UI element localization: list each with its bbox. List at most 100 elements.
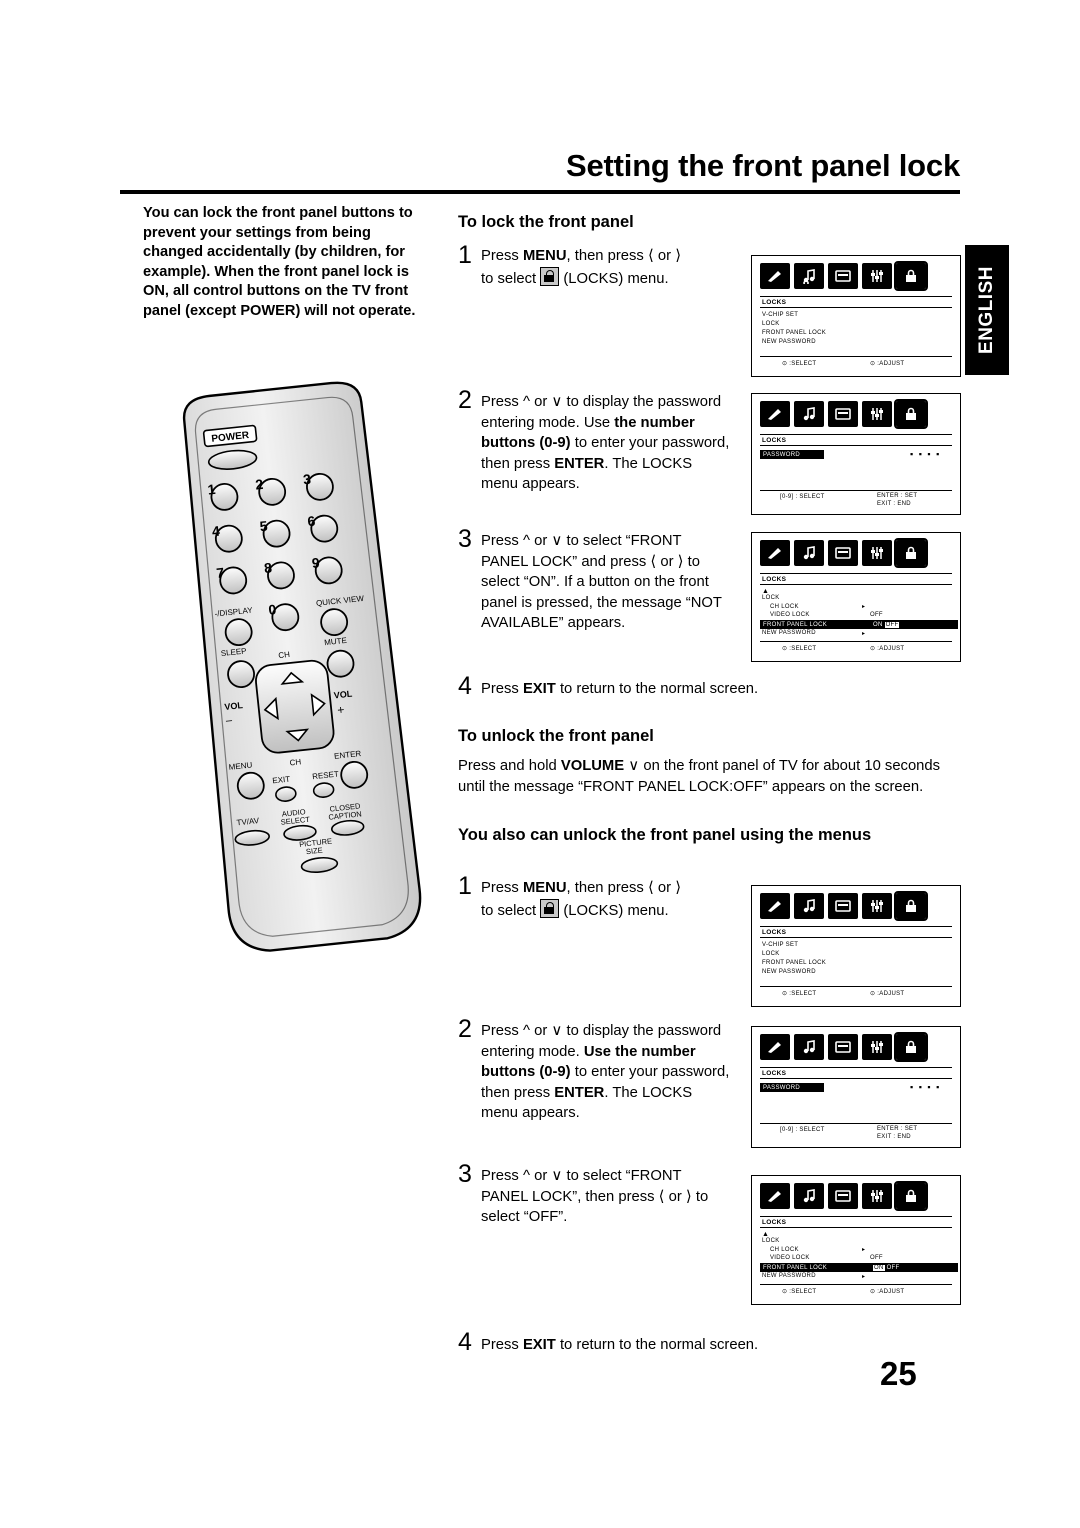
osd-screen-password-1: LOCKS PASSWORD ▪ ▪ ▪ ▪ [0-9] : SELECT EN… xyxy=(751,393,961,515)
menu-step-3-number: 3 xyxy=(458,1160,472,1188)
osd-front-panel-lock-row: FRONT PANEL LOCK ON OFF xyxy=(760,1263,958,1272)
osd-fpl-off: OFF xyxy=(886,1264,900,1271)
svg-text:CH: CH xyxy=(289,757,302,767)
feature-icon xyxy=(828,893,858,919)
svg-text:EXIT: EXIT xyxy=(272,775,291,786)
osd-screen-locks-menu-1: LOCKS V-CHIP SET LOCK FRONT PANEL LOCK N… xyxy=(751,255,961,377)
lock-step-2-t1: Press xyxy=(481,394,523,410)
osd-footer-select: ⊙ :SELECT xyxy=(782,646,817,652)
osd-front-panel-lock-label: FRONT PANEL LOCK xyxy=(763,1264,828,1271)
feature-icon xyxy=(828,1183,858,1209)
osd-password-footer-left: [0-9] : SELECT xyxy=(780,1127,825,1133)
unlock-volume: VOLUME xyxy=(560,758,629,774)
up-arrow-icon: ^ xyxy=(522,393,530,410)
menu-step-4-t3: to return to the normal screen. xyxy=(555,1337,759,1353)
page-title: Setting the front panel lock xyxy=(566,148,960,183)
osd-password-footer-exit: EXIT : END xyxy=(877,1134,911,1140)
menu-step-3-t1: Press xyxy=(481,1168,523,1184)
menu-step-4-exit: EXIT xyxy=(522,1337,556,1353)
osd-sub-lock: LOCK xyxy=(762,595,780,601)
lock-step-2-t2: or xyxy=(529,394,552,410)
osd-menu-title: LOCKS xyxy=(762,929,787,936)
osd-password-footer-enter: ENTER : SET xyxy=(877,1126,918,1132)
intro-paragraph: You can lock the front panel buttons to … xyxy=(143,205,416,319)
setup-icon xyxy=(862,401,892,427)
feature-icon xyxy=(828,401,858,427)
setup-icon xyxy=(862,263,892,289)
picture-icon xyxy=(760,893,790,919)
up-arrow-icon: ^ xyxy=(522,1022,530,1039)
menu-step-2-t1: Press xyxy=(481,1023,523,1039)
lock-icon xyxy=(894,891,928,921)
audio-icon xyxy=(794,1183,824,1209)
right-arrow-icon: ⟩ xyxy=(675,247,682,264)
osd-fpl-off: OFF xyxy=(884,621,900,628)
osd-item-front-panel-lock: FRONT PANEL LOCK xyxy=(762,330,827,336)
lock-step-4-t1: Press xyxy=(481,681,523,697)
osd-sub-lock: LOCK xyxy=(762,1238,780,1244)
lock-step-1-t4: (LOCKS) menu. xyxy=(559,270,669,287)
audio-icon xyxy=(794,893,824,919)
osd-fpl-on: ON xyxy=(872,1264,885,1271)
osd-icon-row xyxy=(760,261,928,291)
osd-item-vchip: V-CHIP SET xyxy=(762,942,799,948)
down-arrow-icon: ∨ xyxy=(551,1167,563,1184)
osd-fpl-on: ON xyxy=(872,621,883,628)
osd-scroll-up-icon: ▲ xyxy=(762,1231,770,1238)
manual-page: Setting the front panel lock ENGLISH You… xyxy=(0,0,1080,1528)
osd-marker-icon: ▸ xyxy=(862,1274,866,1280)
language-tab-label: ENGLISH xyxy=(976,266,997,354)
osd-screen-front-panel-lock-off: LOCKS ▲ LOCK CH LOCK VIDEO LOCK OFF ▸ FR… xyxy=(751,1175,961,1305)
menu-step-2-number: 2 xyxy=(458,1015,472,1043)
picture-icon xyxy=(760,263,790,289)
osd-menu-title: LOCKS xyxy=(762,1219,787,1226)
osd-menu-title: LOCKS xyxy=(762,576,787,583)
lock-step-3-text: Press ^ or ∨ to select “FRONT PANEL LOCK… xyxy=(481,531,731,634)
down-arrow-icon: ∨ xyxy=(628,757,640,774)
left-arrow-icon: ⟨ xyxy=(647,879,654,896)
svg-text:VOL: VOL xyxy=(333,689,353,701)
setup-icon xyxy=(862,1183,892,1209)
up-arrow-icon: ^ xyxy=(522,1167,530,1184)
right-arrow-icon: ⟩ xyxy=(675,879,682,896)
down-arrow-icon: ∨ xyxy=(551,393,563,410)
up-arrow-icon: ^ xyxy=(522,532,530,549)
osd-icon-row xyxy=(760,891,928,921)
svg-text:+: + xyxy=(337,703,345,718)
menu-step-1-t1: Press xyxy=(481,880,523,896)
osd-password-dots: ▪ ▪ ▪ ▪ xyxy=(910,449,941,459)
osd-password-label: PASSWORD xyxy=(760,1083,824,1092)
lock-step-4-number: 4 xyxy=(458,672,472,700)
lock-step-3-t4: or xyxy=(656,553,678,570)
menu-step-1-menu: MENU xyxy=(522,880,567,896)
lock-icon xyxy=(894,1032,928,1062)
osd-item-vchip: V-CHIP SET xyxy=(762,312,799,318)
menu-step-1-text: Press MENU, then press ⟨ or ⟩ to select … xyxy=(481,879,682,919)
picture-icon xyxy=(760,1183,790,1209)
lock-icon xyxy=(540,266,560,286)
osd-item-lock: LOCK xyxy=(762,951,780,957)
menu-step-1-t4: (LOCKS) menu. xyxy=(559,902,669,919)
setup-icon xyxy=(862,1034,892,1060)
osd-footer-adjust: ⊙ :ADJUST xyxy=(870,1289,905,1295)
osd-footer-select: ⊙ :SELECT xyxy=(782,991,817,997)
setup-icon xyxy=(862,893,892,919)
title-divider xyxy=(120,190,960,194)
feature-icon xyxy=(828,1034,858,1060)
lock-step-4-exit: EXIT xyxy=(522,681,556,697)
lock-icon xyxy=(894,399,928,429)
osd-icon-row xyxy=(760,399,928,429)
svg-text:VOL: VOL xyxy=(224,700,244,712)
osd-footer-select: ⊙ :SELECT xyxy=(782,1289,817,1295)
osd-item-new-password: NEW PASSWORD xyxy=(762,969,816,975)
osd-password-footer-enter: ENTER : SET xyxy=(877,493,918,499)
down-arrow-icon: ∨ xyxy=(551,532,563,549)
menu-step-3-t4: or xyxy=(664,1188,686,1205)
osd-sub-video-lock: VIDEO LOCK xyxy=(770,1255,810,1261)
feature-icon xyxy=(828,263,858,289)
lock-step-4-t3: to return to the normal screen. xyxy=(555,681,759,697)
svg-text:CH: CH xyxy=(278,650,291,660)
page-number: 25 xyxy=(880,1355,917,1392)
audio-icon xyxy=(794,263,824,289)
osd-footer-select: ⊙ :SELECT xyxy=(782,361,817,367)
